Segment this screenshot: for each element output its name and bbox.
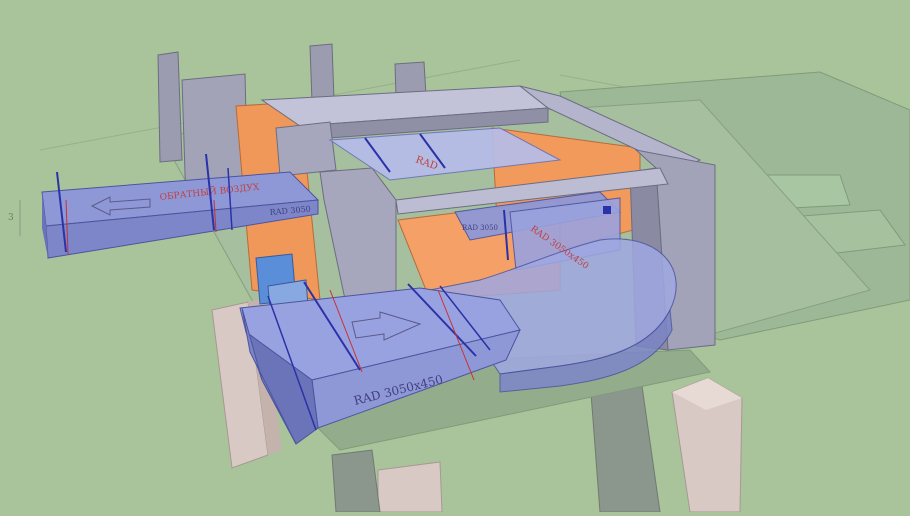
hvac-scene: RAD ОБРАТНЫЙ ВОЗДУХ RAD 3050 3 RAD 3050 … bbox=[0, 0, 910, 513]
dimension-mark: 3 bbox=[8, 213, 14, 223]
unit-indicator bbox=[603, 206, 611, 214]
support-pillar bbox=[377, 461, 443, 513]
inner-unit-label: RAD 3050 bbox=[462, 224, 498, 232]
3d-model-viewport[interactable]: RAD ОБРАТНЫЙ ВОЗДУХ RAD 3050 3 RAD 3050 … bbox=[0, 0, 910, 513]
